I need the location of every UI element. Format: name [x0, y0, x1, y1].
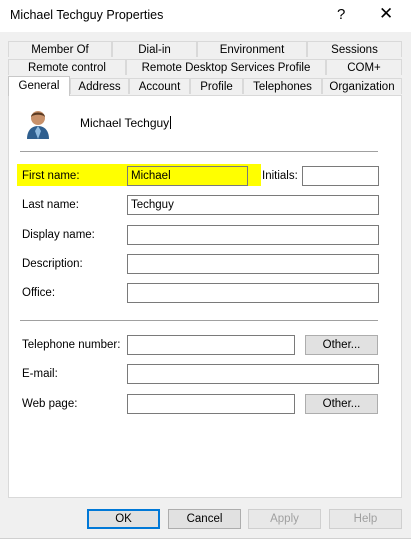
- tab-remote-desktop-services-profile[interactable]: Remote Desktop Services Profile: [126, 59, 326, 75]
- display-name-input[interactable]: [127, 225, 379, 245]
- text-caret: [170, 116, 172, 129]
- title-bar: Michael Techguy Properties ? ✕: [0, 0, 411, 32]
- web-page-label: Web page:: [22, 398, 78, 410]
- tab-profile[interactable]: Profile: [190, 78, 243, 94]
- web-page-other-button[interactable]: Other...: [305, 394, 378, 414]
- tab-dial-in[interactable]: Dial-in: [112, 41, 197, 57]
- apply-button[interactable]: Apply: [248, 509, 321, 529]
- display-name-label: Display name:: [22, 229, 95, 241]
- last-name-input[interactable]: Techguy: [127, 195, 379, 215]
- tab-organization[interactable]: Organization: [322, 78, 402, 94]
- tab-member-of[interactable]: Member Of: [8, 41, 112, 57]
- office-input[interactable]: [127, 283, 379, 303]
- description-input[interactable]: [127, 254, 379, 274]
- web-page-input[interactable]: [127, 394, 295, 414]
- ok-button[interactable]: OK: [87, 509, 160, 529]
- separator: [20, 151, 378, 152]
- user-display-name: Michael Techguy: [80, 116, 172, 130]
- office-label: Office:: [22, 287, 56, 299]
- email-input[interactable]: [127, 364, 379, 384]
- initials-label: Initials:: [262, 170, 298, 182]
- telephone-label: Telephone number:: [22, 339, 121, 351]
- email-label: E-mail:: [22, 368, 58, 380]
- first-name-label: First name:: [22, 170, 80, 182]
- initials-input[interactable]: [302, 166, 379, 186]
- tab-com-plus[interactable]: COM+: [326, 59, 402, 75]
- cancel-button[interactable]: Cancel: [168, 509, 241, 529]
- telephone-other-button[interactable]: Other...: [305, 335, 378, 355]
- user-display-name-text: Michael Techguy: [80, 116, 170, 130]
- first-name-input[interactable]: Michael: [127, 166, 248, 186]
- tab-telephones[interactable]: Telephones: [243, 78, 322, 94]
- telephone-input[interactable]: [127, 335, 295, 355]
- tab-environment[interactable]: Environment: [197, 41, 307, 57]
- last-name-label: Last name:: [22, 199, 79, 211]
- separator: [20, 320, 378, 321]
- tab-remote-control[interactable]: Remote control: [8, 59, 126, 75]
- description-label: Description:: [22, 258, 83, 270]
- tab-address[interactable]: Address: [70, 78, 129, 94]
- help-button[interactable]: Help: [329, 509, 402, 529]
- user-icon: [27, 111, 49, 139]
- close-icon[interactable]: ✕: [379, 4, 393, 24]
- tab-general[interactable]: General: [8, 76, 70, 96]
- window-title: Michael Techguy Properties: [10, 8, 164, 22]
- tab-account[interactable]: Account: [129, 78, 190, 94]
- help-icon[interactable]: ?: [337, 6, 345, 23]
- tab-sessions[interactable]: Sessions: [307, 41, 402, 57]
